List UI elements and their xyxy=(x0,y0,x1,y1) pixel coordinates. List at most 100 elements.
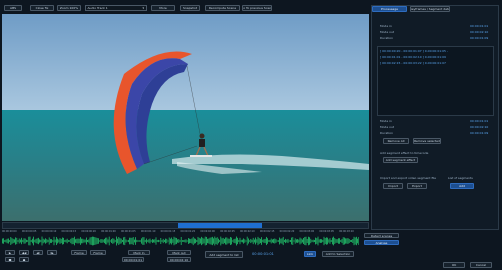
abs-button[interactable]: ABS xyxy=(4,5,22,11)
waveform-bar xyxy=(208,238,210,244)
waveform-bar xyxy=(170,238,171,244)
waveform-bar xyxy=(297,239,298,243)
rewind-button[interactable]: ◀◀ xyxy=(19,250,29,255)
waveform-bar xyxy=(82,238,84,244)
add-to-selection-button[interactable]: Add to Selection xyxy=(322,251,354,257)
waveform-bar xyxy=(168,237,170,245)
waveform-bar xyxy=(245,240,247,242)
waveform-bar xyxy=(304,236,306,246)
ok-button[interactable]: OK xyxy=(443,262,465,268)
zoom-button[interactable]: Zoom 100% xyxy=(57,5,81,11)
waveform-bar xyxy=(106,237,108,245)
timeline-tick-label: 00:00:01:15 xyxy=(160,230,176,233)
frame-back-button[interactable]: Frame xyxy=(71,250,87,255)
add-segment-to-list-button[interactable]: Add segment to list xyxy=(205,251,243,258)
waveform-bar xyxy=(164,240,165,242)
waveform-bar xyxy=(252,237,254,245)
import-button[interactable]: Import xyxy=(383,183,403,189)
mark-out-button[interactable]: Mark out xyxy=(167,250,191,255)
waveform-bar xyxy=(16,237,18,245)
analyse-button[interactable]: Analyse xyxy=(364,240,399,245)
waveform-bar xyxy=(293,240,295,242)
waveform-bar xyxy=(60,238,62,244)
timeline-tick-label: 00:00:00:10 xyxy=(41,230,57,233)
waveform-bar xyxy=(292,237,294,245)
waveform-bar xyxy=(227,238,229,244)
waveform-bar xyxy=(328,239,330,243)
waveform-bar xyxy=(347,238,349,244)
remove-selected-button[interactable]: Remove selected xyxy=(413,138,441,144)
list-item[interactable]: [ 00:00:02:15 - 00:00:03:22 ] 0.00:00:01… xyxy=(380,61,446,65)
waveform-bar xyxy=(254,239,255,243)
list-item[interactable]: [ 00:00:01:01 - 00:00:02:10 ] 0.00:00:01… xyxy=(380,55,446,59)
snapshot-button[interactable]: Snapshot xyxy=(180,5,200,11)
waveform-bar xyxy=(24,238,26,244)
list-item[interactable]: [ 00:00:00:20 - 00:00:01:07 ] 0.00:00:01… xyxy=(380,49,448,53)
waveform-bar xyxy=(179,240,181,242)
add-button[interactable]: Add xyxy=(450,183,474,189)
timeline-tick-label: 00:00:03:10 xyxy=(339,230,354,233)
remove-all-button[interactable]: Remove All xyxy=(383,138,409,144)
waveform-bar xyxy=(48,237,50,245)
link-button[interactable]: Link xyxy=(304,251,316,257)
waveform-bar xyxy=(26,239,27,243)
tab-processage[interactable]: Processage xyxy=(372,6,407,12)
record-button[interactable]: ● xyxy=(19,257,29,262)
waveform-bar xyxy=(353,236,355,246)
audio-waveform[interactable] xyxy=(2,236,360,246)
tab-keyframes[interactable]: Keyframes / Segment data xyxy=(410,6,450,12)
waveform-bar xyxy=(76,238,78,244)
waveform-bar xyxy=(176,237,177,245)
prev-frame-button[interactable]: ◀| xyxy=(33,250,43,255)
next-frame-button[interactable]: |▶ xyxy=(47,250,57,255)
waveform-bar xyxy=(158,239,159,243)
detect-scenes-button[interactable]: Detect scenes xyxy=(364,233,399,238)
waveform-bar xyxy=(136,239,138,243)
goto-previous-scene-button[interactable]: Go To previous Scene xyxy=(242,5,272,11)
waveform-bar xyxy=(119,238,121,244)
recompute-scene-button[interactable]: Recompute Scene xyxy=(205,5,240,11)
timeline-selection[interactable] xyxy=(178,223,263,228)
waveform-bar xyxy=(282,236,284,246)
waveform-bar xyxy=(138,240,140,242)
waveform-bar xyxy=(281,238,283,244)
waveform-bar xyxy=(220,236,222,246)
waveform-bar xyxy=(51,239,52,243)
cancel-button[interactable]: Cancel xyxy=(470,262,492,268)
mark-in-button[interactable]: Mark In xyxy=(128,250,150,255)
waveform-bar xyxy=(36,238,38,244)
waveform-bar xyxy=(270,238,272,244)
waveform-bar xyxy=(117,238,118,244)
waveform-bar xyxy=(182,240,183,242)
waveform-bar xyxy=(141,238,142,244)
waveform-bar xyxy=(11,238,13,244)
waveform-bar xyxy=(237,237,238,245)
waveform-bar xyxy=(86,237,87,245)
waveform-bar xyxy=(18,238,20,244)
video-preview[interactable] xyxy=(2,14,369,221)
more-button[interactable]: More xyxy=(151,5,175,11)
waveform-bar xyxy=(27,240,28,242)
waveform-bar xyxy=(66,238,68,244)
waveform-bar xyxy=(278,240,279,242)
waveform-bar xyxy=(228,238,230,244)
info-top-label-1: Mode out xyxy=(380,30,395,34)
play-button[interactable]: ▶ xyxy=(5,250,15,255)
waveform-bar xyxy=(356,236,357,246)
stop-button[interactable]: ■ xyxy=(5,257,15,262)
add-segment-effect-button[interactable]: Add segment effect xyxy=(383,157,418,163)
timeline-tick-label: 00:00:00:00 xyxy=(2,230,17,233)
waveform-bar xyxy=(144,239,146,243)
waveform-bar xyxy=(142,237,144,245)
track-select[interactable]: Audio Track 1 ▾ xyxy=(85,5,147,11)
waveform-bar xyxy=(52,240,54,242)
waveform-bar xyxy=(71,237,73,245)
frame-forward-button[interactable]: Frame xyxy=(90,250,106,255)
close-fix-button[interactable]: Close fix xyxy=(30,5,54,11)
waveform-bar xyxy=(238,239,240,243)
waveform-bar xyxy=(70,238,72,244)
waveform-bar xyxy=(40,239,42,243)
waveform-bar xyxy=(183,240,184,242)
export-button[interactable]: Export xyxy=(407,183,427,189)
timeline-bar[interactable] xyxy=(2,222,369,229)
